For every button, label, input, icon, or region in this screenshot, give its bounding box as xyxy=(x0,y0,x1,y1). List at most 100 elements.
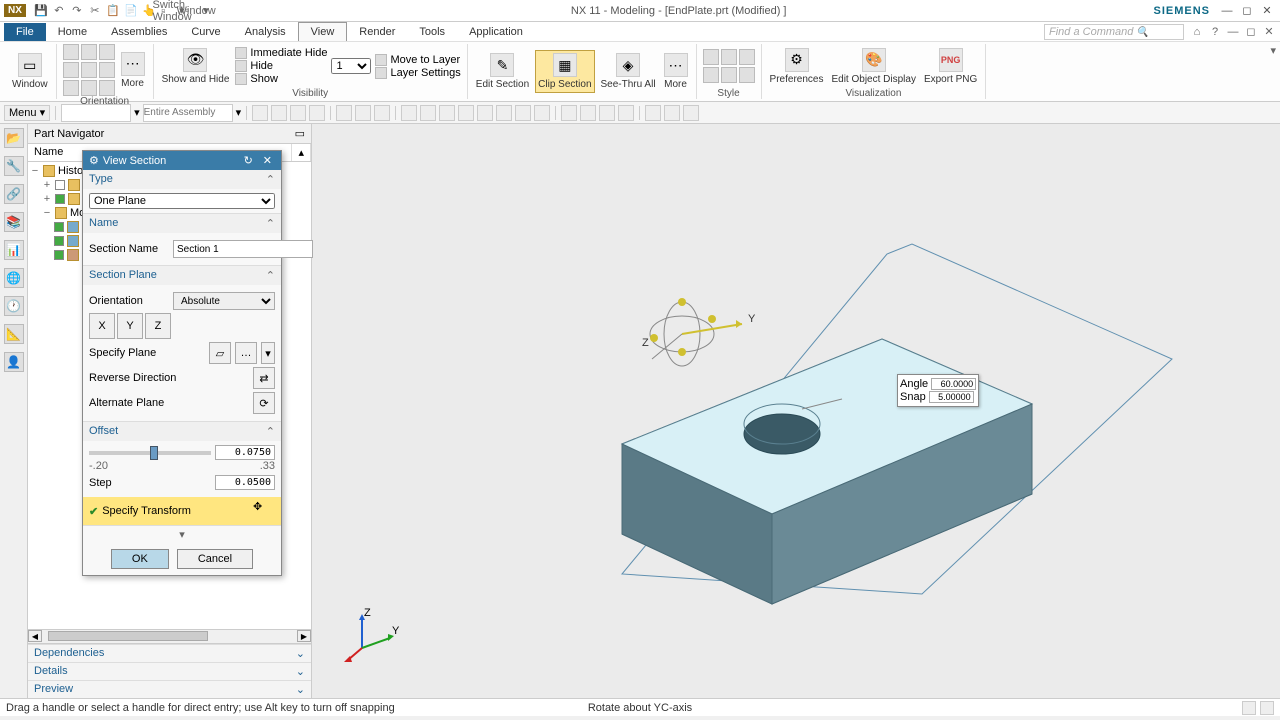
see-thru-button[interactable]: ◈See-Thru All xyxy=(599,51,658,92)
tb-btn-7[interactable] xyxy=(374,105,390,121)
tb-btn-12[interactable] xyxy=(477,105,493,121)
navigator-icon[interactable]: 📂 xyxy=(4,128,24,148)
hd3d-icon[interactable]: 📊 xyxy=(4,240,24,260)
command-search[interactable]: Find a Command 🔍 xyxy=(1044,24,1184,40)
home-icon[interactable]: ⌂ xyxy=(1190,25,1204,39)
orient-z-button[interactable]: Z xyxy=(145,313,171,339)
layer-spinner[interactable]: 1 xyxy=(331,58,371,74)
edit-section-button[interactable]: ✎Edit Section xyxy=(474,51,531,92)
show-hide-button[interactable]: 👁Show and Hide xyxy=(160,46,232,87)
dialog-titlebar[interactable]: ⚙ View Section ↻ ✕ xyxy=(83,151,281,170)
move-to-layer-button[interactable]: Move to Layer xyxy=(375,54,460,66)
show-button[interactable]: Show xyxy=(235,73,327,85)
orient-x-button[interactable]: X xyxy=(89,313,115,339)
cut-icon[interactable]: ✂ xyxy=(88,4,102,18)
orientation-select[interactable]: Absolute xyxy=(173,292,275,310)
type-header[interactable]: Type⌃ xyxy=(83,170,281,189)
tb-btn-16[interactable] xyxy=(561,105,577,121)
tb-btn-18[interactable] xyxy=(599,105,615,121)
save-icon[interactable]: 💾 xyxy=(34,4,48,18)
layer-settings-button[interactable]: Layer Settings xyxy=(375,67,460,79)
tab-home[interactable]: Home xyxy=(46,23,99,41)
col-sort-icon[interactable]: ▴ xyxy=(292,144,311,161)
ribbon-collapse-icon[interactable]: ▾ xyxy=(1270,44,1276,57)
export-png-button[interactable]: PNGExport PNG xyxy=(922,46,979,87)
more-orientation-button[interactable]: ⋯More xyxy=(119,50,147,91)
offset-slider[interactable] xyxy=(89,451,211,455)
section-name-input[interactable] xyxy=(173,240,313,258)
dependencies-panel[interactable]: Dependencies⌄ xyxy=(28,644,311,662)
navigator-hscroll[interactable]: ◀ ▶ xyxy=(28,629,311,643)
snap-input[interactable] xyxy=(929,391,974,403)
graphics-viewport[interactable]: Z Y Angle Snap Y Z xyxy=(312,124,1280,698)
angle-input[interactable] xyxy=(931,378,976,390)
doc-minimize-icon[interactable]: — xyxy=(1226,25,1240,39)
status-icon-2[interactable] xyxy=(1260,701,1274,715)
assembly-navigator-icon[interactable]: 🔧 xyxy=(4,156,24,176)
tab-view[interactable]: View xyxy=(298,22,348,41)
status-icon-1[interactable] xyxy=(1242,701,1256,715)
preferences-button[interactable]: ⚙Preferences xyxy=(768,46,826,87)
tb-btn-17[interactable] xyxy=(580,105,596,121)
roles-icon[interactable]: 👤 xyxy=(4,352,24,372)
panel-pin-icon[interactable]: ▭ xyxy=(295,127,305,140)
file-menu[interactable]: File xyxy=(4,23,46,41)
specify-transform-row[interactable]: ✔ Specify Transform ✥ xyxy=(83,497,281,525)
tb-btn-4[interactable] xyxy=(309,105,325,121)
scroll-left-icon[interactable]: ◀ xyxy=(28,630,42,642)
undo-icon[interactable]: ↶ xyxy=(52,4,66,18)
step-input[interactable] xyxy=(215,475,275,490)
slider-thumb[interactable] xyxy=(150,446,158,460)
orient-y-button[interactable]: Y xyxy=(117,313,143,339)
orientation-grid[interactable] xyxy=(63,44,115,96)
tb-btn-6[interactable] xyxy=(355,105,371,121)
transform-manipulator-button[interactable]: ✥ xyxy=(253,500,275,522)
tb-btn-15[interactable] xyxy=(534,105,550,121)
maximize-button[interactable]: ◻ xyxy=(1238,3,1256,19)
dialog-close-icon[interactable]: ✕ xyxy=(260,154,275,167)
tb-btn-3[interactable] xyxy=(290,105,306,121)
offset-header[interactable]: Offset⌃ xyxy=(83,422,281,441)
tb-btn-9[interactable] xyxy=(420,105,436,121)
window-dropdown[interactable]: ▫ Window ▾ xyxy=(190,4,204,18)
reuse-library-icon[interactable]: 📚 xyxy=(4,212,24,232)
redo-icon[interactable]: ↷ xyxy=(70,4,84,18)
process-icon[interactable]: 📐 xyxy=(4,324,24,344)
immediate-hide-button[interactable]: Immediate Hide xyxy=(235,47,327,59)
ok-button[interactable]: OK xyxy=(111,549,169,569)
tb-btn-22[interactable] xyxy=(683,105,699,121)
scroll-right-icon[interactable]: ▶ xyxy=(297,630,311,642)
more-section-button[interactable]: ⋯More xyxy=(662,51,690,92)
tab-analysis[interactable]: Analysis xyxy=(233,23,298,41)
history-icon[interactable]: 🕐 xyxy=(4,296,24,316)
tb-btn-1[interactable] xyxy=(252,105,268,121)
tab-assemblies[interactable]: Assemblies xyxy=(99,23,179,41)
plane-header[interactable]: Section Plane⌃ xyxy=(83,266,281,285)
type-select[interactable]: One Plane xyxy=(89,193,275,209)
help-icon[interactable]: ? xyxy=(1208,25,1222,39)
tab-curve[interactable]: Curve xyxy=(179,23,232,41)
tb-btn-5[interactable] xyxy=(336,105,352,121)
tab-render[interactable]: Render xyxy=(347,23,407,41)
menu-dropdown[interactable]: Menu ▾ xyxy=(4,105,50,121)
tb-btn-2[interactable] xyxy=(271,105,287,121)
alternate-plane-button[interactable]: ⟳ xyxy=(253,392,275,414)
tb-btn-20[interactable] xyxy=(645,105,661,121)
dialog-expand-toggle[interactable]: ▾ xyxy=(83,526,281,543)
tb-btn-21[interactable] xyxy=(664,105,680,121)
reverse-direction-button[interactable]: ⇄ xyxy=(253,367,275,389)
plane-constructor-button[interactable]: ▱ xyxy=(209,342,231,364)
dialog-reset-icon[interactable]: ↻ xyxy=(241,154,256,167)
preview-panel[interactable]: Preview⌄ xyxy=(28,680,311,698)
minimize-button[interactable]: — xyxy=(1218,3,1236,19)
tb-btn-14[interactable] xyxy=(515,105,531,121)
hide-button[interactable]: Hide xyxy=(235,60,327,72)
name-header[interactable]: Name⌃ xyxy=(83,214,281,233)
tb-btn-13[interactable] xyxy=(496,105,512,121)
assembly-filter[interactable] xyxy=(143,104,233,122)
window-button[interactable]: ▭Window xyxy=(10,51,50,92)
clip-section-button[interactable]: ▦Clip Section xyxy=(535,50,594,93)
style-grid[interactable] xyxy=(703,49,755,83)
offset-value-input[interactable] xyxy=(215,445,275,460)
scroll-thumb[interactable] xyxy=(48,631,208,641)
